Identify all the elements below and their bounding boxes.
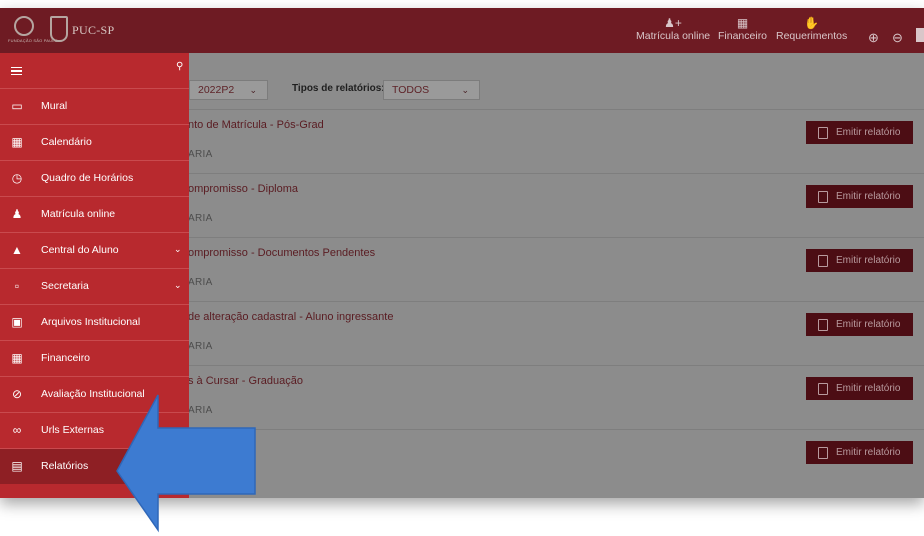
report-title[interactable]: nto de Matrícula - Pós-Grad [188,119,324,131]
chevron-down-icon: ⌄ [174,424,182,434]
chevron-down-icon: ⌄ [461,85,469,95]
sidebar-item-secretaria[interactable]: ▫ Secretaria ⌄ [0,268,189,304]
chevron-down-icon: ⌄ [174,280,182,290]
hamburger-menu-icon[interactable] [11,67,22,75]
sidebar-item-arquivos[interactable]: ▣ Arquivos Institucional [0,304,189,340]
inbox-icon: ▣ [11,315,23,329]
period-select[interactable]: 2022P2 ⌄ [189,80,268,100]
graduation-cap-icon: ▲ [11,243,23,257]
emit-report-button[interactable]: Emitir relatório [806,121,913,144]
document-icon [818,191,828,203]
zoom-out-icon[interactable]: ⊖ [892,30,903,46]
document-icon [818,447,828,459]
file-icon: ▤ [11,459,23,473]
link-icon: ∞ [12,423,22,437]
sidebar-item-mural[interactable]: ▭ Mural [0,88,189,124]
sidebar-item-relatorios[interactable]: ▤ Relatórios [0,448,189,484]
top-link-requerimentos[interactable]: ✋ Requerimentos [776,16,847,42]
zoom-in-icon[interactable]: ⊕ [868,30,879,46]
report-type-select[interactable]: TODOS ⌄ [383,80,480,100]
document-icon [818,127,828,139]
report-category: ARIA [188,149,213,160]
sidebar-item-financeiro[interactable]: ▦ Financeiro [0,340,189,376]
money-icon: ▦ [11,351,23,365]
sidebar-item-central-aluno[interactable]: ▲ Central do Aluno ⌄ [0,232,189,268]
report-category: ARIA [188,213,213,224]
report-title[interactable]: ompromisso - Documentos Pendentes [188,247,375,259]
sidebar-item-matricula-online[interactable]: ♟ Matrícula online [0,196,189,232]
report-title[interactable]: de alteração cadastral - Aluno ingressan… [188,311,393,323]
user-plus-icon: ♟ [11,207,23,221]
puc-logo-text: PUC-SP [72,23,115,37]
pin-icon[interactable]: ⚲ [176,61,183,72]
document-icon [818,383,828,395]
sidebar-header: ⚲ [0,53,189,88]
emit-report-button[interactable]: Emitir relatório [806,377,913,400]
seal-caption: FUNDAÇÃO SÃO PAULO [8,38,58,43]
app-window: FUNDAÇÃO SÃO PAULO PUC-SP ♟+ Matrícula o… [0,8,924,498]
emit-report-button[interactable]: Emitir relatório [806,185,913,208]
report-category: ARIA [188,277,213,288]
crest-icon [50,16,68,42]
monitor-icon: ▭ [11,99,23,113]
report-title[interactable]: s à Cursar - Graduação [188,375,303,387]
seal-icon [14,16,34,36]
chevron-down-icon: ⌄ [249,85,257,95]
font-size-icon[interactable] [916,28,924,42]
document-icon [818,255,828,267]
clock-icon: ◷ [11,171,23,185]
sidebar-item-urls-externas[interactable]: ∞ Urls Externas ⌄ [0,412,189,448]
fundacao-sao-paulo-logo: FUNDAÇÃO SÃO PAULO [8,16,58,46]
top-bar: FUNDAÇÃO SÃO PAULO PUC-SP ♟+ Matrícula o… [0,8,924,53]
user-plus-icon: ♟+ [664,16,682,30]
emit-report-button[interactable]: Emitir relatório [806,313,913,336]
chevron-down-icon: ⌄ [174,244,182,254]
sidebar-item-avaliacao[interactable]: ⊘ Avaliação Institucional [0,376,189,412]
report-category: ARIA [188,341,213,352]
top-link-matricula[interactable]: ♟+ Matrícula online [636,16,710,42]
money-icon: ▦ [736,16,749,30]
hand-icon: ✋ [804,16,820,30]
top-link-financeiro[interactable]: ▦ Financeiro [718,16,767,42]
report-title[interactable]: cula [188,439,208,451]
sidebar-menu: ⚲ ▭ Mural ▦ Calendário ◷ Quadro de Horár… [0,53,189,498]
report-category: ARIA [188,405,213,416]
document-icon [818,319,828,331]
emit-report-button[interactable]: Emitir relatório [806,249,913,272]
clipboard-icon: ▫ [14,279,20,293]
no-entry-icon: ⊘ [11,387,23,401]
report-title[interactable]: ompromisso - Diploma [188,183,298,195]
calendar-icon: ▦ [11,135,23,149]
report-type-label: Tipos de relatórios: [292,83,385,94]
sidebar-item-calendario[interactable]: ▦ Calendário [0,124,189,160]
sidebar-item-quadro-horarios[interactable]: ◷ Quadro de Horários [0,160,189,196]
emit-report-button[interactable]: Emitir relatório [806,441,913,464]
